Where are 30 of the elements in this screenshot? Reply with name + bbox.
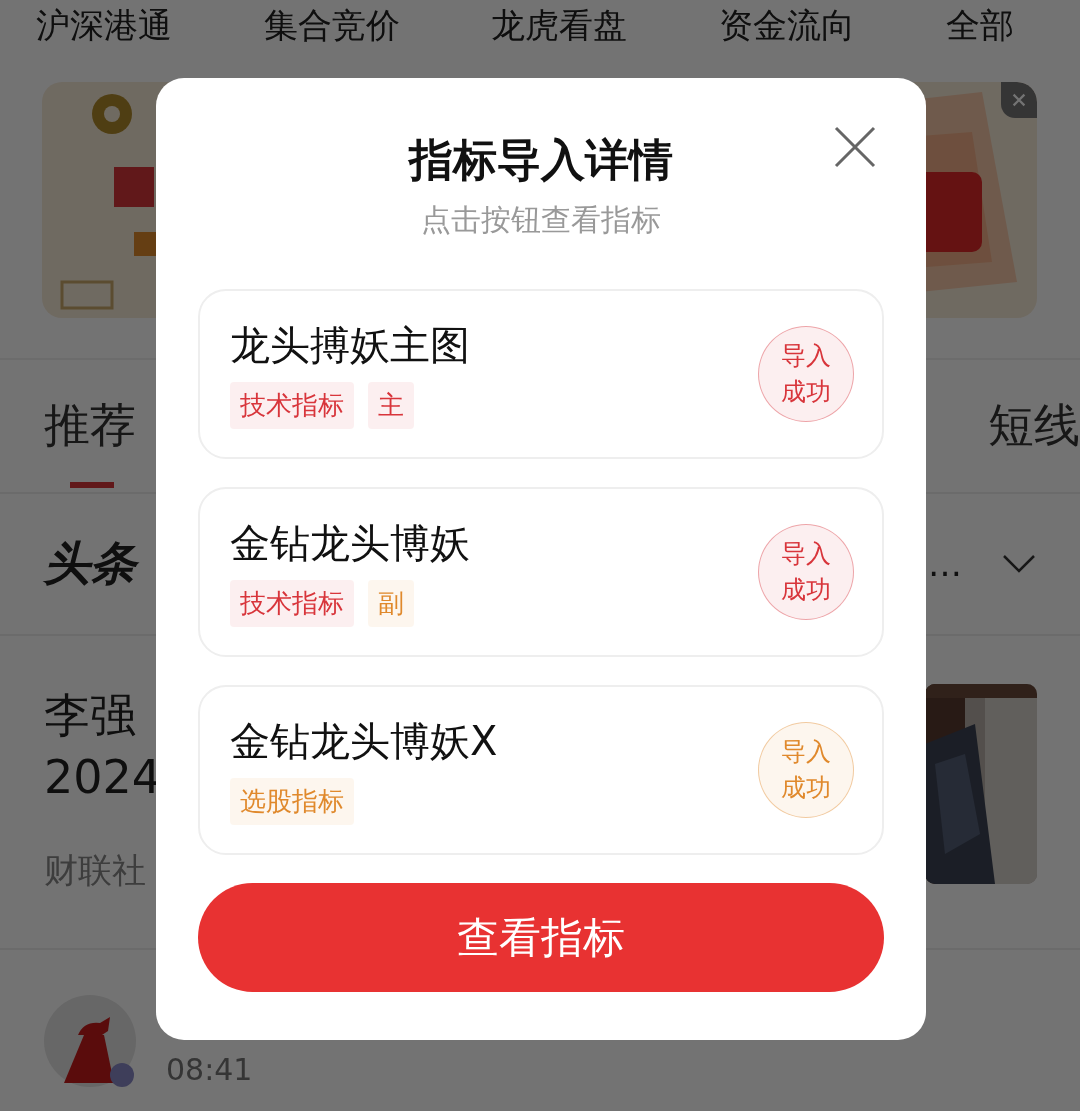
- indicator-card[interactable]: 金钻龙头博妖X 选股指标 导入成功: [198, 685, 884, 855]
- status-badge: 导入成功: [758, 326, 854, 422]
- indicator-name: 龙头搏妖主图: [230, 320, 471, 370]
- chevron-down-icon[interactable]: [1002, 554, 1036, 574]
- dialog-subtitle: 点击按钮查看指标: [421, 201, 661, 239]
- nav-item[interactable]: 集合竞价: [263, 5, 400, 45]
- status-badge: 导入成功: [758, 524, 854, 620]
- avatar-icon[interactable]: [44, 995, 136, 1087]
- tab[interactable]: 短线: [988, 400, 1080, 488]
- dialog-title: 指标导入详情: [409, 133, 673, 187]
- indicator-name: 金钻龙头博妖: [230, 518, 471, 568]
- tag: 技术指标: [230, 381, 354, 429]
- tag: 主: [368, 381, 414, 429]
- nav-item[interactable]: 龙虎看盘: [491, 5, 627, 45]
- tab[interactable]: 推荐: [44, 400, 136, 488]
- more-text[interactable]: …: [928, 544, 962, 584]
- status-badge: 导入成功: [758, 722, 854, 818]
- tag: 技术指标: [230, 579, 354, 627]
- indicator-name: 金钻龙头博妖X: [230, 716, 499, 766]
- nav-item[interactable]: 沪深港通: [36, 5, 172, 45]
- tag: 副: [368, 579, 414, 627]
- indicator-card[interactable]: 龙头搏妖主图 技术指标 主 导入成功: [198, 289, 884, 459]
- close-icon[interactable]: [1001, 82, 1037, 118]
- view-indicators-button[interactable]: 查看指标: [198, 883, 884, 992]
- close-icon[interactable]: [834, 126, 876, 168]
- nav-item[interactable]: 全部: [946, 5, 1014, 45]
- indicator-card[interactable]: 金钻龙头博妖 技术指标 副 导入成功: [198, 487, 884, 657]
- tag: 选股指标: [230, 777, 354, 825]
- nav-item[interactable]: 资金流向: [718, 5, 855, 45]
- post-time: 08:41: [166, 1052, 253, 1087]
